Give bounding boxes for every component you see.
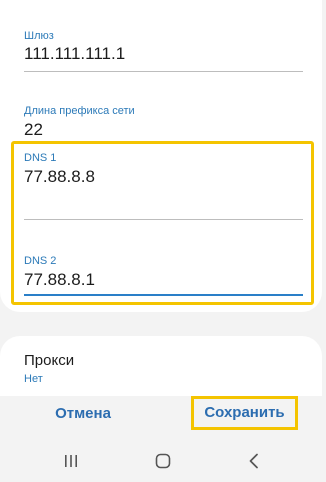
system-navigation-bar <box>0 440 326 482</box>
home-icon[interactable] <box>148 448 178 474</box>
prefix-length-field[interactable]: Длина префикса сети 22 <box>24 105 303 145</box>
gateway-underline <box>24 71 303 72</box>
cancel-button[interactable]: Отмена <box>40 400 126 428</box>
prefix-length-label: Длина префикса сети <box>24 105 135 117</box>
dns-highlight-frame <box>11 141 314 305</box>
proxy-title: Прокси <box>24 352 75 369</box>
prefix-length-input[interactable]: 22 <box>24 120 43 140</box>
save-button[interactable]: Сохранить <box>191 396 298 430</box>
gateway-input[interactable]: 111.111.111.1 <box>24 44 125 64</box>
gateway-field[interactable]: Шлюз 111.111.111.1 <box>24 30 303 74</box>
gateway-label: Шлюз <box>24 30 54 42</box>
screen: Шлюз 111.111.111.1 Длина префикса сети 2… <box>0 0 326 482</box>
back-icon[interactable] <box>239 448 269 474</box>
proxy-value: Нет <box>24 373 43 385</box>
recent-apps-icon[interactable] <box>56 448 86 474</box>
